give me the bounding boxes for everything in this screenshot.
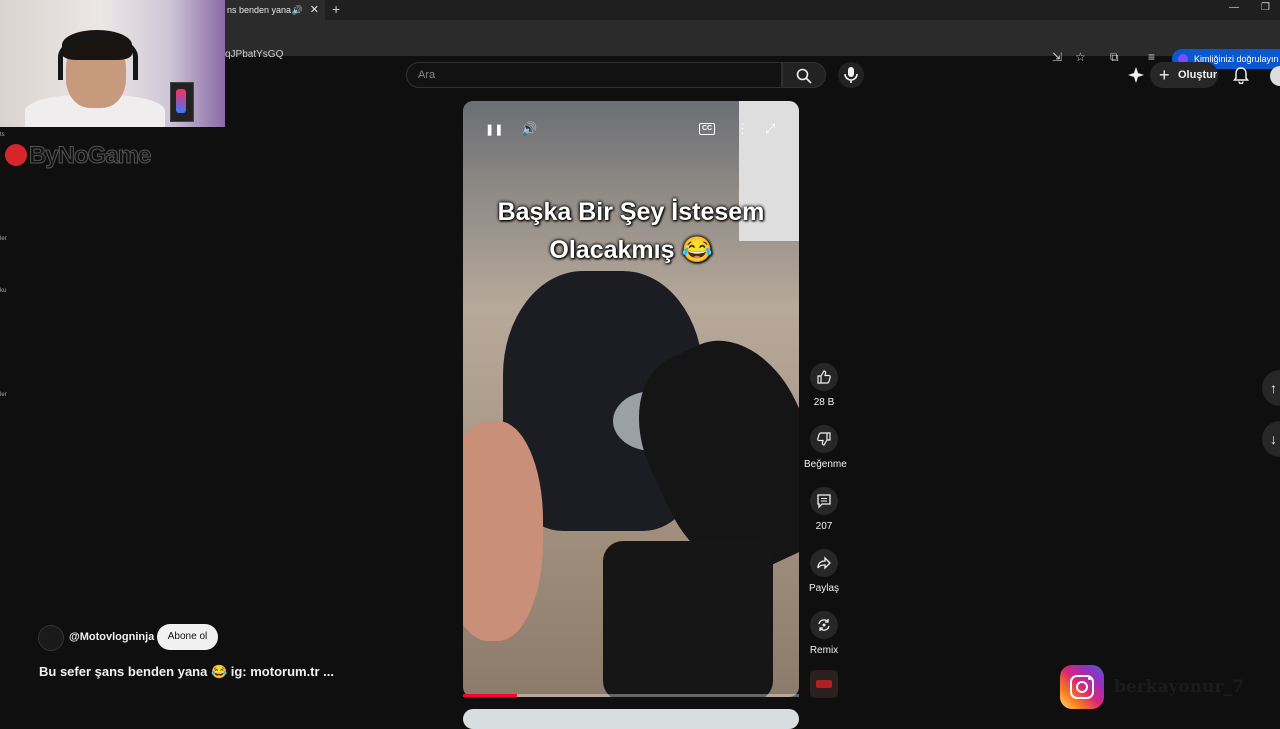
create-button[interactable]: + Oluştur <box>1150 62 1218 88</box>
extensions-icon[interactable]: ⧉ <box>1110 50 1119 65</box>
share-arrow-icon <box>817 556 831 570</box>
scene-hand <box>463 421 543 641</box>
new-tab-button[interactable]: + <box>332 1 340 17</box>
voice-search-button[interactable] <box>838 62 864 88</box>
previous-short-button[interactable]: ↑ <box>1262 370 1280 406</box>
channel-name[interactable]: @Motovlogninja <box>69 631 154 643</box>
plus-icon: + <box>1159 65 1170 85</box>
pause-icon[interactable]: ❚❚ <box>485 123 503 136</box>
shorts-video-player[interactable]: Başka Bir Şey İstesem Olacakmış 😂 ❚❚ 🔊 C… <box>463 101 799 697</box>
pc-case-image <box>170 82 194 122</box>
comments-button[interactable] <box>810 487 838 515</box>
sidebar-fragment: ler <box>0 392 7 398</box>
remix-button[interactable] <box>810 611 838 639</box>
comment-icon <box>817 494 831 509</box>
logo-text: ByNoGame <box>28 142 151 170</box>
sound-channel-thumbnail[interactable] <box>810 670 838 698</box>
dislike-label: Beğenme <box>804 459 847 470</box>
fullscreen-icon[interactable]: ⤢ <box>765 121 775 137</box>
search-button[interactable] <box>782 62 826 88</box>
remix-label: Remix <box>809 645 839 656</box>
next-short-button[interactable]: ↓ <box>1262 421 1280 457</box>
share-label: Paylaş <box>808 583 839 594</box>
search-icon <box>796 68 812 84</box>
comments-action[interactable]: 207 <box>804 487 844 532</box>
minimize-icon[interactable]: — <box>1229 2 1239 13</box>
logo-mark-icon <box>5 144 27 166</box>
tab-audio-icon[interactable]: 🔊 <box>292 0 303 20</box>
captions-button[interactable]: CC <box>699 123 715 135</box>
comment-count: 207 <box>815 521 833 532</box>
instagram-icon <box>1060 665 1104 709</box>
caption-line: Başka Bir Şey İstesem <box>497 198 765 226</box>
volume-icon[interactable]: 🔊 <box>521 121 537 137</box>
stream-logo: ByNoGame <box>5 142 152 170</box>
sidebar-fragment: ku <box>0 288 7 294</box>
video-progress-bar[interactable] <box>463 694 799 697</box>
share-action[interactable]: Paylaş <box>804 549 844 594</box>
video-progress-fill <box>463 694 517 697</box>
browser-tab[interactable]: ns benden yana 🔊 ✕ <box>225 0 325 20</box>
dislike-action[interactable]: Beğenme <box>804 425 847 470</box>
tab-close-icon[interactable]: ✕ <box>310 0 319 20</box>
like-button[interactable] <box>810 363 838 391</box>
url-field[interactable]: qJPbatYsGQ <box>225 49 283 60</box>
sidebar-fragment: ler <box>0 236 7 242</box>
caption-line: Olacakmış 😂 <box>549 236 713 264</box>
webcam-overlay <box>0 0 225 127</box>
install-app-icon[interactable]: ⇲ <box>1052 50 1062 64</box>
tab-title: ns benden yana <box>227 5 292 15</box>
arrow-down-icon: ↓ <box>1270 431 1277 447</box>
scene-legs <box>603 541 773 697</box>
reading-list-icon[interactable]: ≡ <box>1148 50 1155 64</box>
search-input[interactable]: Ara <box>406 62 782 88</box>
like-action[interactable]: 28 B <box>804 363 844 408</box>
account-avatar[interactable] <box>1270 66 1280 86</box>
create-label: Oluştur <box>1178 69 1218 81</box>
remix-action[interactable]: Remix <box>804 611 844 656</box>
share-button[interactable] <box>810 549 838 577</box>
next-short-preview[interactable] <box>463 709 799 729</box>
remix-icon <box>818 619 830 631</box>
instagram-handle: berkayonur_7 <box>1114 677 1244 697</box>
more-options-icon[interactable]: ⋮ <box>736 121 749 137</box>
like-count: 28 B <box>813 397 835 408</box>
bookmark-star-icon[interactable]: ☆ <box>1075 50 1086 64</box>
dislike-button[interactable] <box>810 425 838 453</box>
channel-avatar[interactable] <box>38 625 64 651</box>
microphone-icon <box>844 67 858 83</box>
video-title[interactable]: Bu sefer şans benden yana 😂 ig: motorum.… <box>39 664 334 680</box>
subscribe-button[interactable]: Abone ol <box>157 624 218 650</box>
search-placeholder: Ara <box>418 69 436 81</box>
video-caption: Başka Bir Şey İstesem Olacakmış 😂 <box>463 193 799 269</box>
thumbs-up-icon <box>817 370 831 384</box>
arrow-up-icon: ↑ <box>1270 380 1277 396</box>
headset-icon <box>58 34 138 80</box>
notifications-bell-icon[interactable] <box>1232 66 1250 84</box>
ai-sparkle-icon[interactable] <box>1127 66 1145 84</box>
sidebar-fragment: ts <box>0 132 5 138</box>
restore-icon[interactable]: ❐ <box>1261 2 1270 13</box>
thumbs-down-icon <box>817 432 831 446</box>
